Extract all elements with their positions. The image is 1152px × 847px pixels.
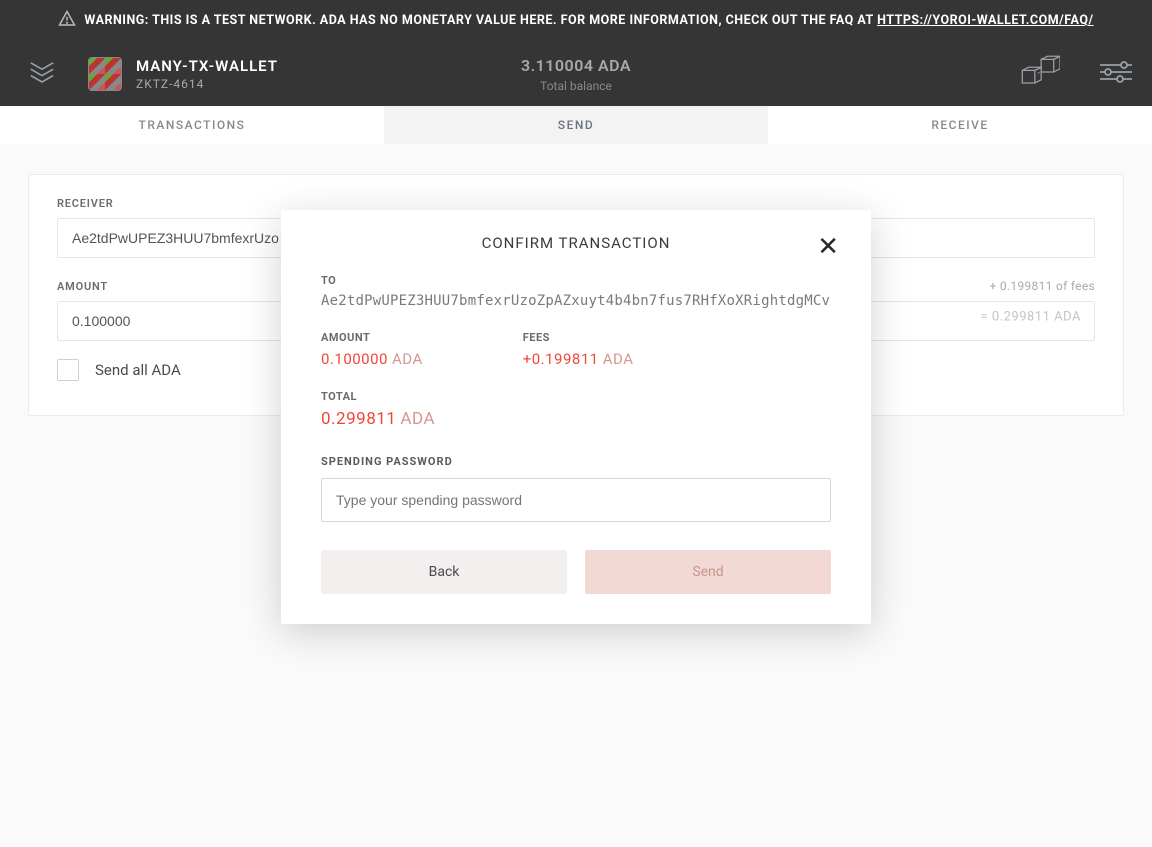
back-button[interactable]: Back: [321, 550, 567, 594]
modal-overlay: CONFIRM TRANSACTION ✕ TO Ae2tdPwUPEZ3HUU…: [0, 0, 1152, 847]
modal-amount-value: 0.100000ADA: [321, 350, 423, 368]
confirm-transaction-modal: CONFIRM TRANSACTION ✕ TO Ae2tdPwUPEZ3HUU…: [281, 210, 871, 624]
to-address: Ae2tdPwUPEZ3HUU7bmfexrUzoZpAZxuyt4b4bn7f…: [321, 293, 831, 309]
modal-amount-label: AMOUNT: [321, 331, 423, 344]
close-icon[interactable]: ✕: [817, 232, 839, 262]
modal-title: CONFIRM TRANSACTION: [311, 234, 841, 252]
send-button[interactable]: Send: [585, 550, 831, 594]
modal-total-value: 0.299811ADA: [321, 409, 831, 429]
to-label: TO: [321, 274, 831, 287]
modal-total-label: TOTAL: [321, 390, 831, 403]
modal-fees-label: FEES: [523, 331, 634, 344]
modal-fees-value: +0.199811ADA: [523, 350, 634, 368]
spending-password-label: SPENDING PASSWORD: [321, 455, 831, 468]
spending-password-input[interactable]: [321, 478, 831, 522]
